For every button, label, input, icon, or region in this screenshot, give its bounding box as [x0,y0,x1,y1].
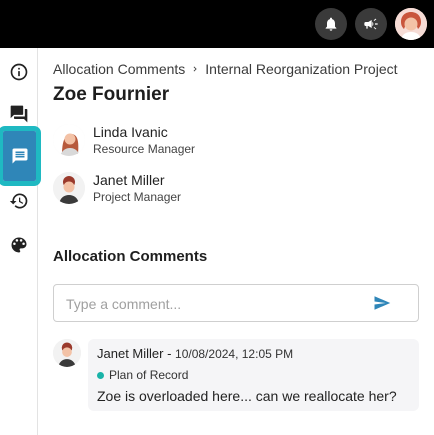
megaphone-icon [364,18,378,30]
send-icon [374,296,391,310]
page-title: Zoe Fournier [53,84,170,105]
avatar [53,124,85,156]
avatar-illustration [395,8,427,40]
info-icon [10,63,28,81]
palette-icon [11,237,27,253]
comment-separator: - [163,346,176,361]
person-role: Project Manager [93,190,182,204]
comment-text: Zoe is overloaded here... can we realloc… [97,388,397,404]
chevron-right-icon [190,64,200,74]
comment-author-avatar [53,339,81,367]
rail-history-button[interactable] [5,187,33,215]
history-icon [9,193,28,209]
top-app-bar [0,0,434,48]
announcements-button[interactable] [355,8,387,40]
breadcrumb: Allocation Comments Internal Reorganizat… [53,61,398,77]
comment-header: Janet Miller - 10/08/2024, 12:05 PM [97,346,293,361]
notifications-button[interactable] [315,8,347,40]
comment-tag: Plan of Record [97,368,188,382]
rail-forum-button[interactable] [5,100,33,128]
person-item: Janet Miller Project Manager [53,172,353,208]
forum-icon [10,105,28,123]
breadcrumb-current: Internal Reorganization Project [205,61,398,77]
person-name: Janet Miller [93,172,165,188]
user-avatar[interactable] [395,8,427,40]
bell-icon [325,17,337,31]
send-button[interactable] [372,293,392,313]
comment-author: Janet Miller [97,346,164,361]
comment-card: Janet Miller - 10/08/2024, 12:05 PM Plan… [88,339,419,411]
comment-icon [12,148,27,164]
person-name: Linda Ivanic [93,124,168,140]
person-item: Linda Ivanic Resource Manager [53,124,353,160]
comment-input-box [53,284,419,322]
section-title: Allocation Comments [53,248,208,265]
rail-comments-button[interactable] [3,131,36,181]
breadcrumb-parent-link[interactable]: Allocation Comments [53,61,185,77]
avatar [53,172,85,204]
rail-info-button[interactable] [5,58,33,86]
side-rail [0,48,41,435]
status-dot [97,371,104,379]
comment-input[interactable] [66,293,356,315]
comment-tag-label: Plan of Record [109,368,189,382]
rail-palette-button[interactable] [5,231,33,259]
person-role: Resource Manager [93,142,196,156]
comment-date: 10/08/2024, 12:05 PM [175,347,294,361]
